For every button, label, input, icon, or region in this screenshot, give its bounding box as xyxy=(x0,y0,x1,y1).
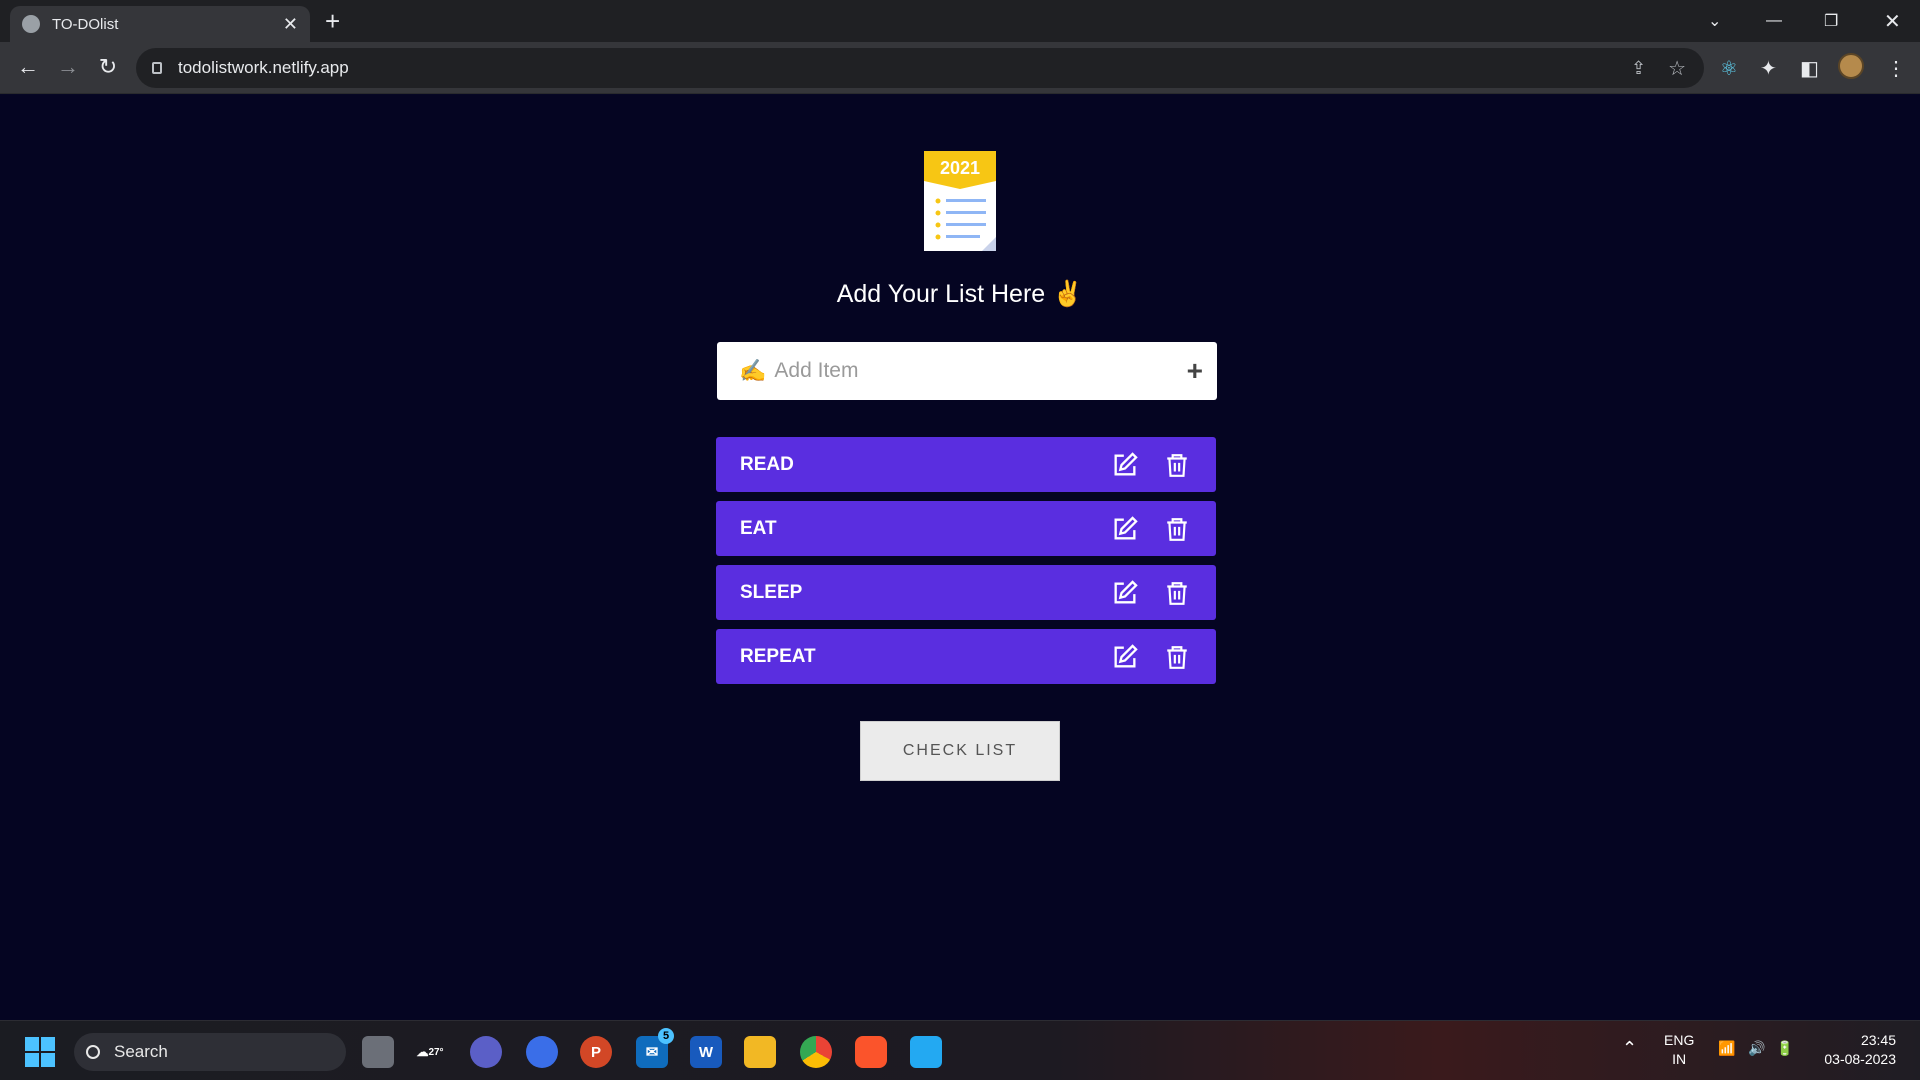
trash-icon[interactable] xyxy=(1162,450,1192,480)
windows-taskbar: Search ☁ 27° P ✉ 5 W ⌃ ENG IN 📶 🔊 🔋 23:45 … xyxy=(0,1020,1920,1080)
tab-title: TO-DOlist xyxy=(52,15,119,33)
logo-year: 2021 xyxy=(940,158,980,178)
writing-hand-icon: ✍️ xyxy=(739,358,767,383)
mail-icon[interactable]: ✉ 5 xyxy=(636,1028,674,1068)
mail-badge: 5 xyxy=(658,1028,674,1044)
list-item: SLEEP xyxy=(716,565,1216,620)
side-panel-icon[interactable]: ◧ xyxy=(1800,56,1819,81)
browser-toolbar: ← → ↻ todolistwork.netlify.app ⇪ ☆ ⚛ ✦ ◧… xyxy=(0,42,1920,94)
extensions-icon[interactable]: ✦ xyxy=(1760,56,1777,81)
trash-icon[interactable] xyxy=(1162,642,1192,672)
forward-button[interactable]: → xyxy=(54,54,82,80)
tab-search-icon[interactable]: ⌄ xyxy=(1708,0,1721,42)
wifi-icon[interactable]: 📶 xyxy=(1718,1039,1735,1058)
chevron-up-icon[interactable]: ⌃ xyxy=(1622,1039,1637,1058)
search-icon xyxy=(86,1045,100,1059)
minimize-button[interactable]: — xyxy=(1766,0,1782,42)
edit-icon[interactable] xyxy=(1110,450,1140,480)
react-devtools-icon[interactable]: ⚛ xyxy=(1720,56,1738,81)
lock-icon xyxy=(152,62,162,74)
reload-button[interactable]: ↻ xyxy=(94,54,122,80)
browser-tab[interactable]: TO-DOlist ✕ xyxy=(10,6,310,42)
region-code: IN xyxy=(1672,1051,1687,1067)
powerpoint-icon[interactable]: P xyxy=(580,1036,612,1068)
weather-temp: 27° xyxy=(428,1046,444,1058)
windows-start-icon[interactable] xyxy=(25,1037,55,1067)
task-view-icon[interactable] xyxy=(362,1036,394,1068)
add-item-box: ✍️ + xyxy=(717,342,1217,400)
share-icon[interactable]: ⇪ xyxy=(1631,58,1646,79)
check-list-button[interactable]: CHECK LIST xyxy=(860,721,1060,781)
item-label: READ xyxy=(740,453,794,475)
todo-list-logo: 2021 xyxy=(924,151,996,251)
volume-icon[interactable]: 🔊 xyxy=(1748,1039,1765,1058)
url-text: todolistwork.netlify.app xyxy=(178,58,349,77)
page-heading: Add Your List Here ✌️ xyxy=(836,280,1084,308)
word-icon[interactable]: W xyxy=(690,1036,722,1068)
brave-icon[interactable] xyxy=(855,1036,887,1068)
list-item: READ xyxy=(716,437,1216,492)
back-button[interactable]: ← xyxy=(14,54,42,80)
file-explorer-icon[interactable] xyxy=(744,1036,776,1068)
copilot-icon[interactable] xyxy=(526,1036,558,1068)
item-label: SLEEP xyxy=(740,581,803,603)
weather-icon[interactable]: ☁ 27° xyxy=(414,1036,446,1068)
list-item: EAT xyxy=(716,501,1216,556)
menu-icon[interactable]: ⋮ xyxy=(1886,56,1906,81)
trash-icon[interactable] xyxy=(1162,514,1192,544)
item-label: REPEAT xyxy=(740,645,816,667)
edit-icon[interactable] xyxy=(1110,578,1140,608)
add-item-input[interactable] xyxy=(774,359,1187,383)
add-plus-icon[interactable]: + xyxy=(1187,357,1203,385)
edit-icon[interactable] xyxy=(1110,514,1140,544)
taskbar-search[interactable]: Search xyxy=(74,1033,346,1071)
profile-avatar[interactable] xyxy=(1838,53,1864,79)
close-tab-icon[interactable]: ✕ xyxy=(283,14,298,35)
list-item: REPEAT xyxy=(716,629,1216,684)
item-label: EAT xyxy=(740,517,777,539)
vscode-icon[interactable] xyxy=(910,1036,942,1068)
restore-button[interactable]: ❐ xyxy=(1824,0,1838,42)
new-tab-button[interactable]: + xyxy=(325,6,340,36)
browser-tab-strip: TO-DOlist ✕ + ⌄ — ❐ ✕ xyxy=(0,0,1920,42)
bookmark-star-icon[interactable]: ☆ xyxy=(1668,56,1686,81)
language-code: ENG xyxy=(1664,1032,1695,1048)
clock-time: 23:45 xyxy=(1860,1032,1896,1048)
trash-icon[interactable] xyxy=(1162,578,1192,608)
close-window-button[interactable]: ✕ xyxy=(1884,0,1901,42)
address-bar[interactable]: todolistwork.netlify.app ⇪ ☆ xyxy=(136,48,1704,88)
clock[interactable]: 23:45 03-08-2023 xyxy=(1816,1031,1896,1069)
chrome-icon[interactable] xyxy=(800,1036,832,1068)
todo-list: READ EAT SLEEP REPEAT xyxy=(716,437,1216,693)
teams-chat-icon[interactable] xyxy=(470,1036,502,1068)
globe-icon xyxy=(22,15,40,33)
language-indicator[interactable]: ENG IN xyxy=(1664,1031,1694,1069)
taskbar-search-label: Search xyxy=(114,1042,168,1061)
battery-icon[interactable]: 🔋 xyxy=(1776,1039,1793,1058)
edit-icon[interactable] xyxy=(1110,642,1140,672)
clock-date: 03-08-2023 xyxy=(1824,1051,1896,1067)
